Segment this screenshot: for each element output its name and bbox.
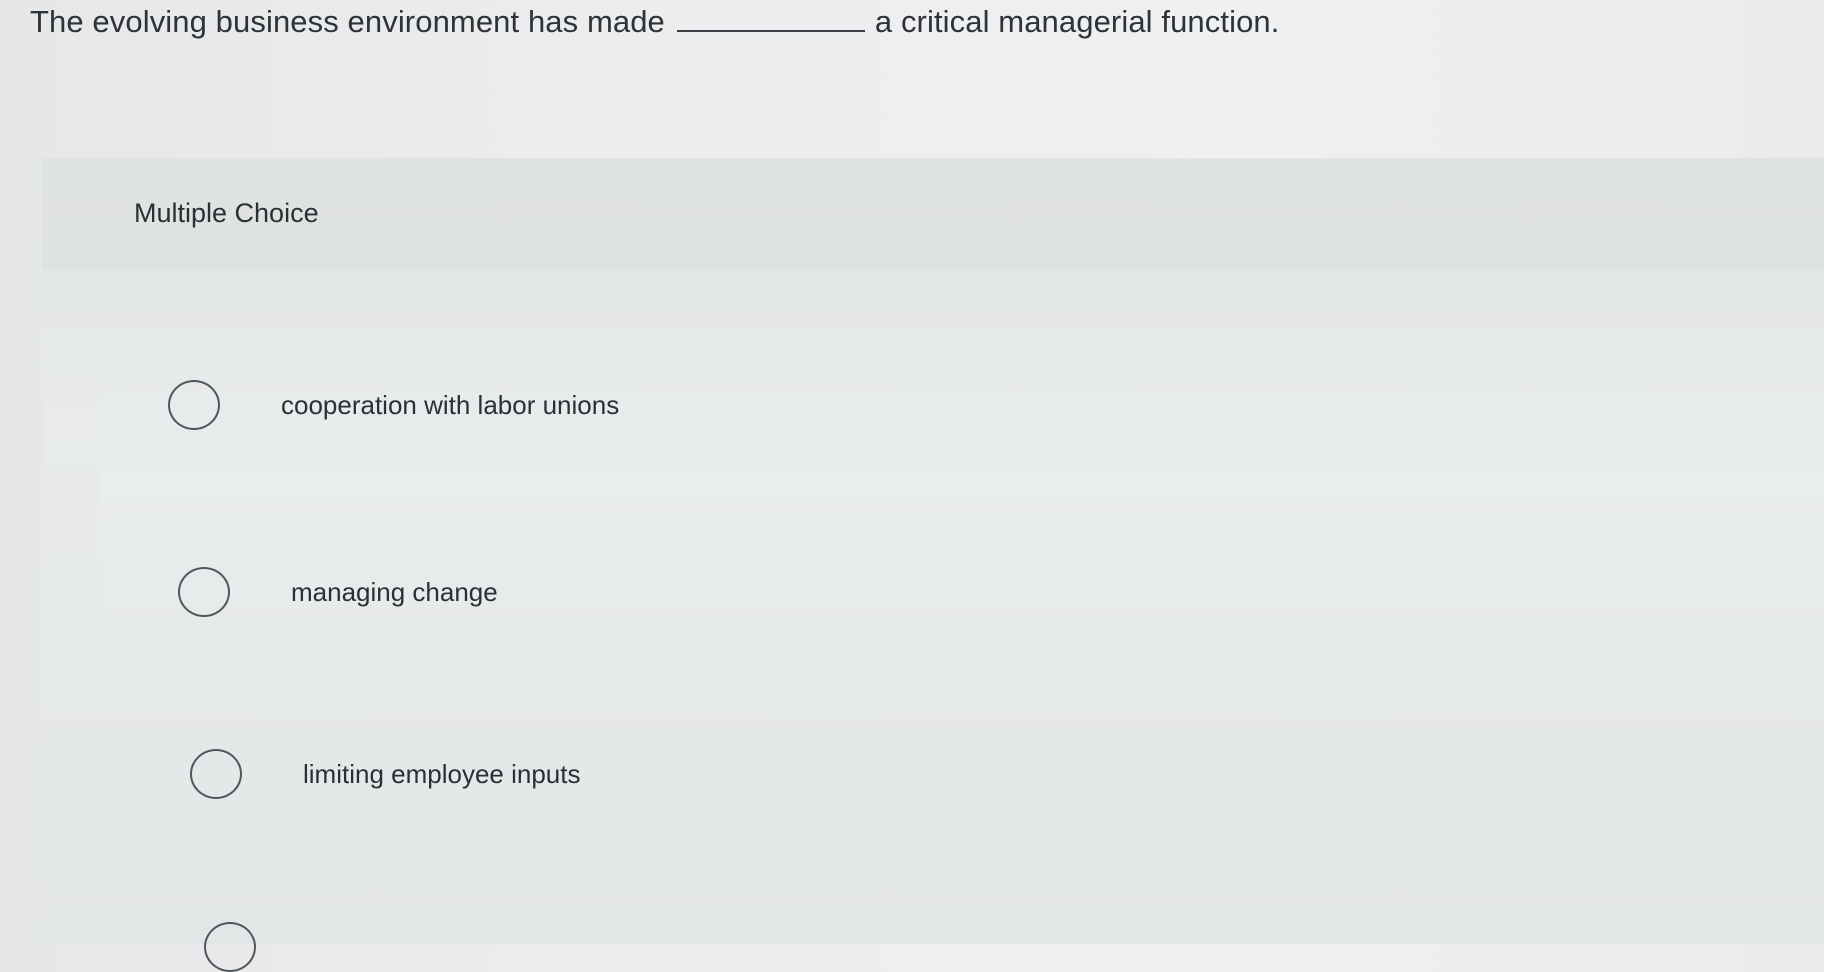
choice-option-3[interactable]: limiting employee inputs — [190, 749, 580, 799]
radio-button[interactable] — [168, 380, 220, 430]
choice-label: limiting employee inputs — [303, 758, 581, 789]
multiple-choice-panel — [42, 158, 1824, 944]
radio-button[interactable] — [178, 567, 230, 617]
multiple-choice-label: Multiple Choice — [134, 198, 319, 228]
radio-button[interactable] — [204, 922, 256, 972]
choice-option-2[interactable]: managing change — [178, 567, 498, 617]
answer-blank — [676, 29, 865, 32]
question-text-after: a critical managerial function. — [874, 4, 1280, 39]
choice-option-4[interactable] — [204, 922, 256, 972]
question-text-before: The evolving business environment has ma… — [30, 4, 665, 39]
question-text: The evolving business environment has ma… — [30, 4, 1279, 40]
choice-option-1[interactable]: cooperation with labor unions — [168, 380, 619, 430]
choice-label: managing change — [291, 576, 498, 607]
choice-label: cooperation with labor unions — [281, 389, 620, 420]
radio-button[interactable] — [190, 749, 242, 799]
